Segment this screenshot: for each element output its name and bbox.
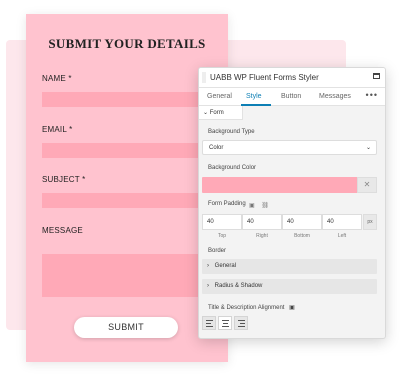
panel-tabs: General Style Button Messages ••• [199,88,385,106]
tab-general[interactable]: General [207,93,232,100]
border-general-row[interactable]: › General [202,259,377,274]
padding-right-input[interactable]: 40 [242,214,282,230]
submit-button[interactable]: SUBMIT [74,317,178,338]
desktop-icon[interactable]: ▣ [289,305,295,311]
section-form[interactable]: ⌄ Form [199,106,243,120]
padding-unit[interactable]: px [363,214,377,230]
active-tab-indicator [241,104,271,106]
padding-right-caption: Right [256,233,268,239]
chevron-down-icon: ⌄ [203,110,209,116]
border-general-label: General [214,263,237,269]
padding-left-caption: Left [337,233,347,239]
form-padding-label: Form Padding [208,201,246,207]
form-title: SUBMIT YOUR DETAILS [48,36,206,51]
page: SUBMIT YOUR DETAILS NAME * EMAIL * SUBJE… [0,0,400,374]
chevron-right-icon: › [207,263,209,269]
section-form-label: Form [209,110,224,116]
panel-title: UABB WP Fluent Forms Styler [210,73,319,82]
email-label: EMAIL * [42,125,73,134]
padding-bottom-caption: Bottom [294,233,310,239]
align-center-icon[interactable] [218,316,232,330]
clear-color-icon[interactable]: ✕ [357,177,377,193]
background-type-label: Background Type [208,129,255,135]
message-label: MESSAGE [42,226,83,235]
desktop-icon[interactable]: ▣ [249,203,255,209]
tab-button[interactable]: Button [281,93,301,100]
link-icon[interactable]: ⛓ [261,203,269,209]
panel-header[interactable]: UABB WP Fluent Forms Styler [199,68,385,88]
name-label: NAME * [42,74,72,83]
tab-style[interactable]: Style [246,93,262,100]
padding-left-input[interactable]: 40 [322,214,362,230]
more-options-icon[interactable]: ••• [366,90,378,100]
background-type-select[interactable]: Color ⌄ [202,140,377,155]
drag-handle-icon[interactable] [202,72,206,83]
radius-shadow-row[interactable]: › Radius & Shadow [202,279,377,294]
chevron-down-icon: ⌄ [365,145,371,151]
subject-label: SUBJECT * [42,175,86,184]
radius-shadow-label: Radius & Shadow [214,283,263,289]
maximize-icon[interactable] [373,73,380,79]
background-type-value: Color [209,145,224,151]
background-color-swatch[interactable] [202,177,357,193]
padding-top-input[interactable]: 40 [202,214,242,230]
align-left-icon[interactable] [202,316,216,330]
border-label: Border [208,248,227,254]
tab-messages[interactable]: Messages [319,93,351,100]
alignment-label: Title & Description Alignment ▣ [208,304,295,311]
chevron-right-icon: › [207,283,209,289]
alignment-label-text: Title & Description Alignment [208,305,285,311]
padding-top-caption: Top [217,233,227,239]
align-right-icon[interactable] [234,316,248,330]
background-color-label: Background Color [208,165,257,171]
styler-panel: UABB WP Fluent Forms Styler General Styl… [198,67,386,339]
padding-bottom-input[interactable]: 40 [282,214,322,230]
